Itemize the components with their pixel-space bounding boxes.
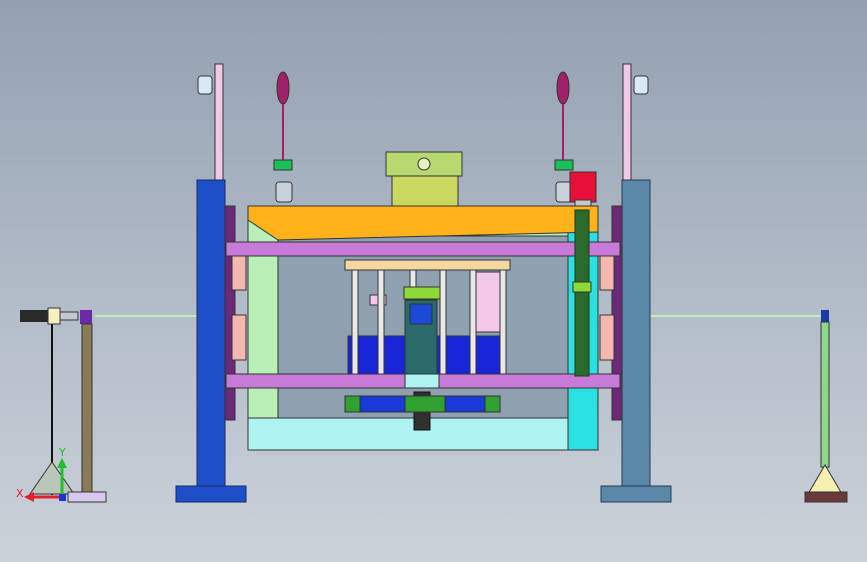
x-axis-label: X [16,487,24,500]
cad-viewport[interactable]: Y X [0,0,867,562]
top-cylinder [385,151,463,207]
y-axis-label: Y [58,446,66,459]
right-sensor-stand [804,310,848,503]
lead-screw [572,209,592,377]
assembly-drawing[interactable]: Y X [0,0,867,562]
lift-motor [569,171,597,211]
